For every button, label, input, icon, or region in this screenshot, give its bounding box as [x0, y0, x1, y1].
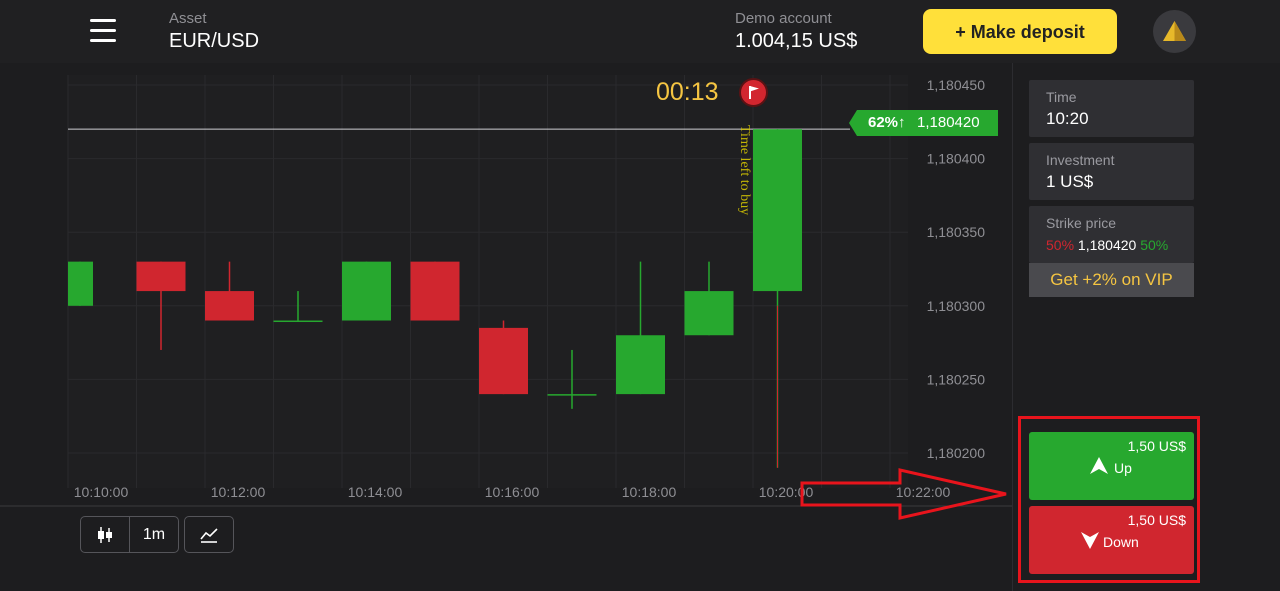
strike-up-percent: 50%: [1140, 237, 1169, 253]
account-selector[interactable]: Demo account 1.004,15 US$: [735, 10, 857, 53]
candle-body: [616, 335, 665, 395]
candle-body: [205, 291, 254, 321]
interval-button[interactable]: 1m: [130, 517, 178, 552]
strike-price-row: 50% 1,180420 50%: [1046, 237, 1168, 253]
candle-body: [136, 261, 186, 292]
time-tick-label: 10:16:00: [485, 484, 540, 500]
chart-type-interval-group: 1m: [80, 516, 179, 553]
hamburger-menu-icon[interactable]: [86, 16, 120, 46]
investment-value: 1 US$: [1046, 172, 1094, 191]
finish-flag-icon: [739, 78, 768, 107]
strike-down-percent: 50%: [1046, 237, 1075, 253]
candle-body: [684, 291, 734, 336]
price-tick-label: 1,180350: [927, 224, 986, 240]
time-tick-label: 10:10:00: [74, 484, 129, 500]
profile-avatar[interactable]: [1153, 10, 1196, 53]
time-panel[interactable]: Time 10:20: [1029, 80, 1194, 137]
countdown-timer: 00:13: [656, 78, 719, 106]
candlestick-type-icon[interactable]: [81, 517, 129, 552]
vip-promo-button[interactable]: Get +2% on VIP: [1029, 263, 1194, 297]
candle-body: [68, 261, 93, 306]
price-tick-label: 1,180250: [927, 371, 986, 387]
strike-price-value: 1,180420: [1077, 237, 1137, 253]
pyramid-logo-icon: [1163, 21, 1186, 41]
candle-body: [547, 394, 597, 396]
asset-value: EUR/USD: [169, 30, 260, 52]
price-tick-label: 1,180300: [927, 298, 986, 314]
investment-label: Investment: [1046, 152, 1115, 168]
indicators-icon[interactable]: [185, 517, 233, 552]
candle-body: [342, 261, 391, 321]
asset-label: Asset: [169, 10, 207, 27]
account-label: Demo account: [735, 10, 832, 27]
indicators-group: [184, 516, 234, 553]
price-tick-label: 1,180200: [927, 445, 986, 461]
account-balance: 1.004,15 US$: [735, 30, 858, 52]
strike-price-panel[interactable]: Strike price 50% 1,180420 50%: [1029, 206, 1194, 263]
time-tick-label: 10:18:00: [622, 484, 677, 500]
asset-selector[interactable]: Asset EUR/USD: [169, 10, 259, 53]
candle-body: [410, 261, 460, 321]
candle-body: [479, 327, 528, 395]
candle-body: [273, 320, 323, 323]
time-value: 10:20: [1046, 109, 1089, 128]
strike-price-label: Strike price: [1046, 215, 1117, 231]
current-price-tag: 62%↑ 1,180420: [849, 110, 998, 136]
candle-body: [753, 129, 802, 292]
time-tick-label: 10:14:00: [348, 484, 403, 500]
current-percent: 62%↑: [868, 114, 906, 131]
time-label: Time: [1046, 89, 1077, 105]
price-tick-label: 1,180450: [927, 77, 986, 93]
investment-panel[interactable]: Investment 1 US$: [1029, 143, 1194, 200]
time-tick-label: 10:12:00: [211, 484, 266, 500]
price-tick-label: 1,180400: [927, 151, 986, 167]
time-left-to-buy-label: Time left to buy: [737, 125, 752, 216]
top-bar: Asset EUR/USD Demo account 1.004,15 US$ …: [0, 0, 1280, 63]
annotation-arrow-icon: [800, 468, 1007, 520]
make-deposit-button[interactable]: + Make deposit: [923, 9, 1117, 54]
current-price: 1,180420: [917, 114, 980, 131]
annotation-highlight-box: [1018, 416, 1200, 583]
